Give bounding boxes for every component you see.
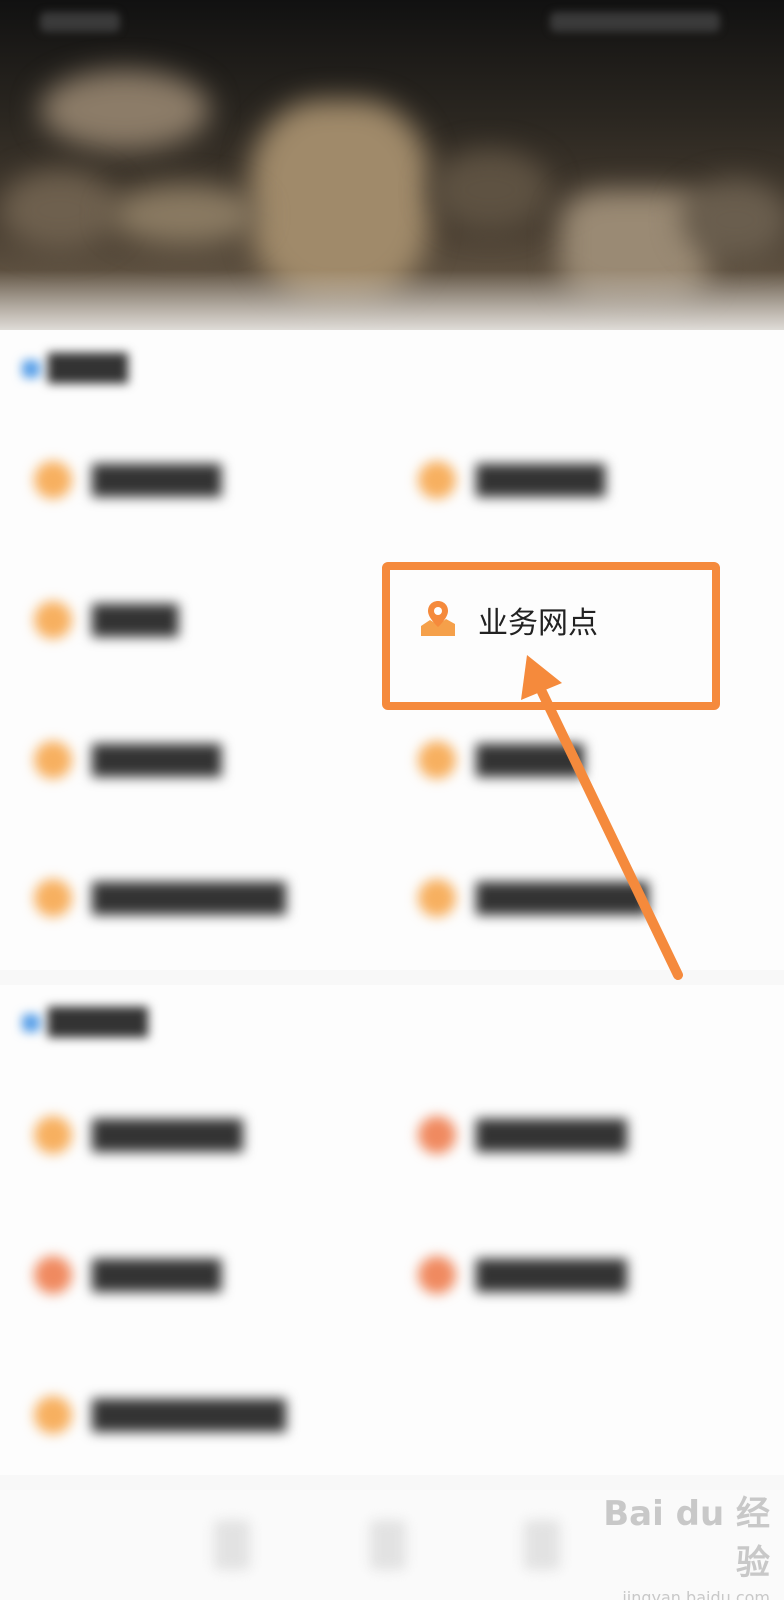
watermark-url: jingyan.baidu.com (622, 1588, 770, 1600)
menu-item-label: ██████ (92, 1258, 222, 1292)
menu-item[interactable]: █████ (418, 730, 584, 790)
menu-item[interactable]: ███████ (418, 1245, 627, 1305)
status-bar-left (40, 12, 120, 32)
menu-item[interactable]: ██████ (34, 450, 221, 510)
menu-item[interactable]: ████████ (418, 868, 648, 928)
service-dot-icon (34, 879, 72, 917)
menu-item[interactable]: █████████ (34, 868, 286, 928)
hero-banner (0, 0, 784, 330)
tab-icon[interactable] (524, 1520, 560, 1570)
section-marker-icon (22, 1014, 40, 1032)
menu-item[interactable]: ██████ (34, 730, 221, 790)
menu-item-label: ████ (92, 603, 179, 637)
service-dot-icon (34, 1256, 72, 1294)
section-title: ████ (48, 354, 128, 384)
service-dot-icon (34, 1396, 72, 1434)
menu-item[interactable]: ██████ (34, 1245, 221, 1305)
menu-item-label: █████████ (92, 1398, 286, 1432)
baidu-jingyan-watermark: Bai du 经验 jingyan.baidu.com (590, 1486, 770, 1600)
menu-item-label: ███████ (92, 1118, 243, 1152)
menu-item-label: █████ (476, 743, 584, 777)
service-dot-icon (418, 1256, 456, 1294)
tab-icon[interactable] (214, 1520, 250, 1570)
menu-item[interactable]: █████████ (34, 1385, 286, 1445)
watermark-brand: Bai du 经验 (603, 1494, 770, 1583)
section-header-1: ████ (22, 354, 128, 384)
service-dot-icon (418, 741, 456, 779)
menu-item-label: ███████ (476, 1118, 627, 1152)
section-title: █████ (48, 1008, 148, 1038)
service-dot-icon (418, 461, 456, 499)
section-header-2: █████ (22, 1008, 148, 1038)
service-dot-icon (34, 1116, 72, 1154)
service-dot-icon (34, 601, 72, 639)
service-dot-icon (34, 461, 72, 499)
service-dot-icon (418, 1116, 456, 1154)
menu-item[interactable]: ████ (34, 590, 178, 650)
menu-item[interactable]: ██████ (418, 450, 605, 510)
menu-item[interactable]: ███████ (418, 1105, 627, 1165)
menu-item-label: ██████ (92, 743, 222, 777)
section-marker-icon (22, 360, 40, 378)
menu-item-label: ██████ (92, 463, 222, 497)
app-screen: ████ ██████ ██████ ████ ██████ █████ ███… (0, 0, 784, 1600)
service-dot-icon (418, 879, 456, 917)
service-dot-icon (34, 741, 72, 779)
highlight-box (382, 562, 720, 710)
menu-item-label: ███████ (476, 1258, 627, 1292)
status-bar-right (550, 12, 720, 32)
menu-item[interactable]: ███████ (34, 1105, 243, 1165)
menu-item-label: ██████ (476, 463, 606, 497)
menu-item-label: ████████ (476, 881, 649, 915)
menu-item-label: █████████ (92, 881, 286, 915)
tab-icon[interactable] (370, 1520, 406, 1570)
